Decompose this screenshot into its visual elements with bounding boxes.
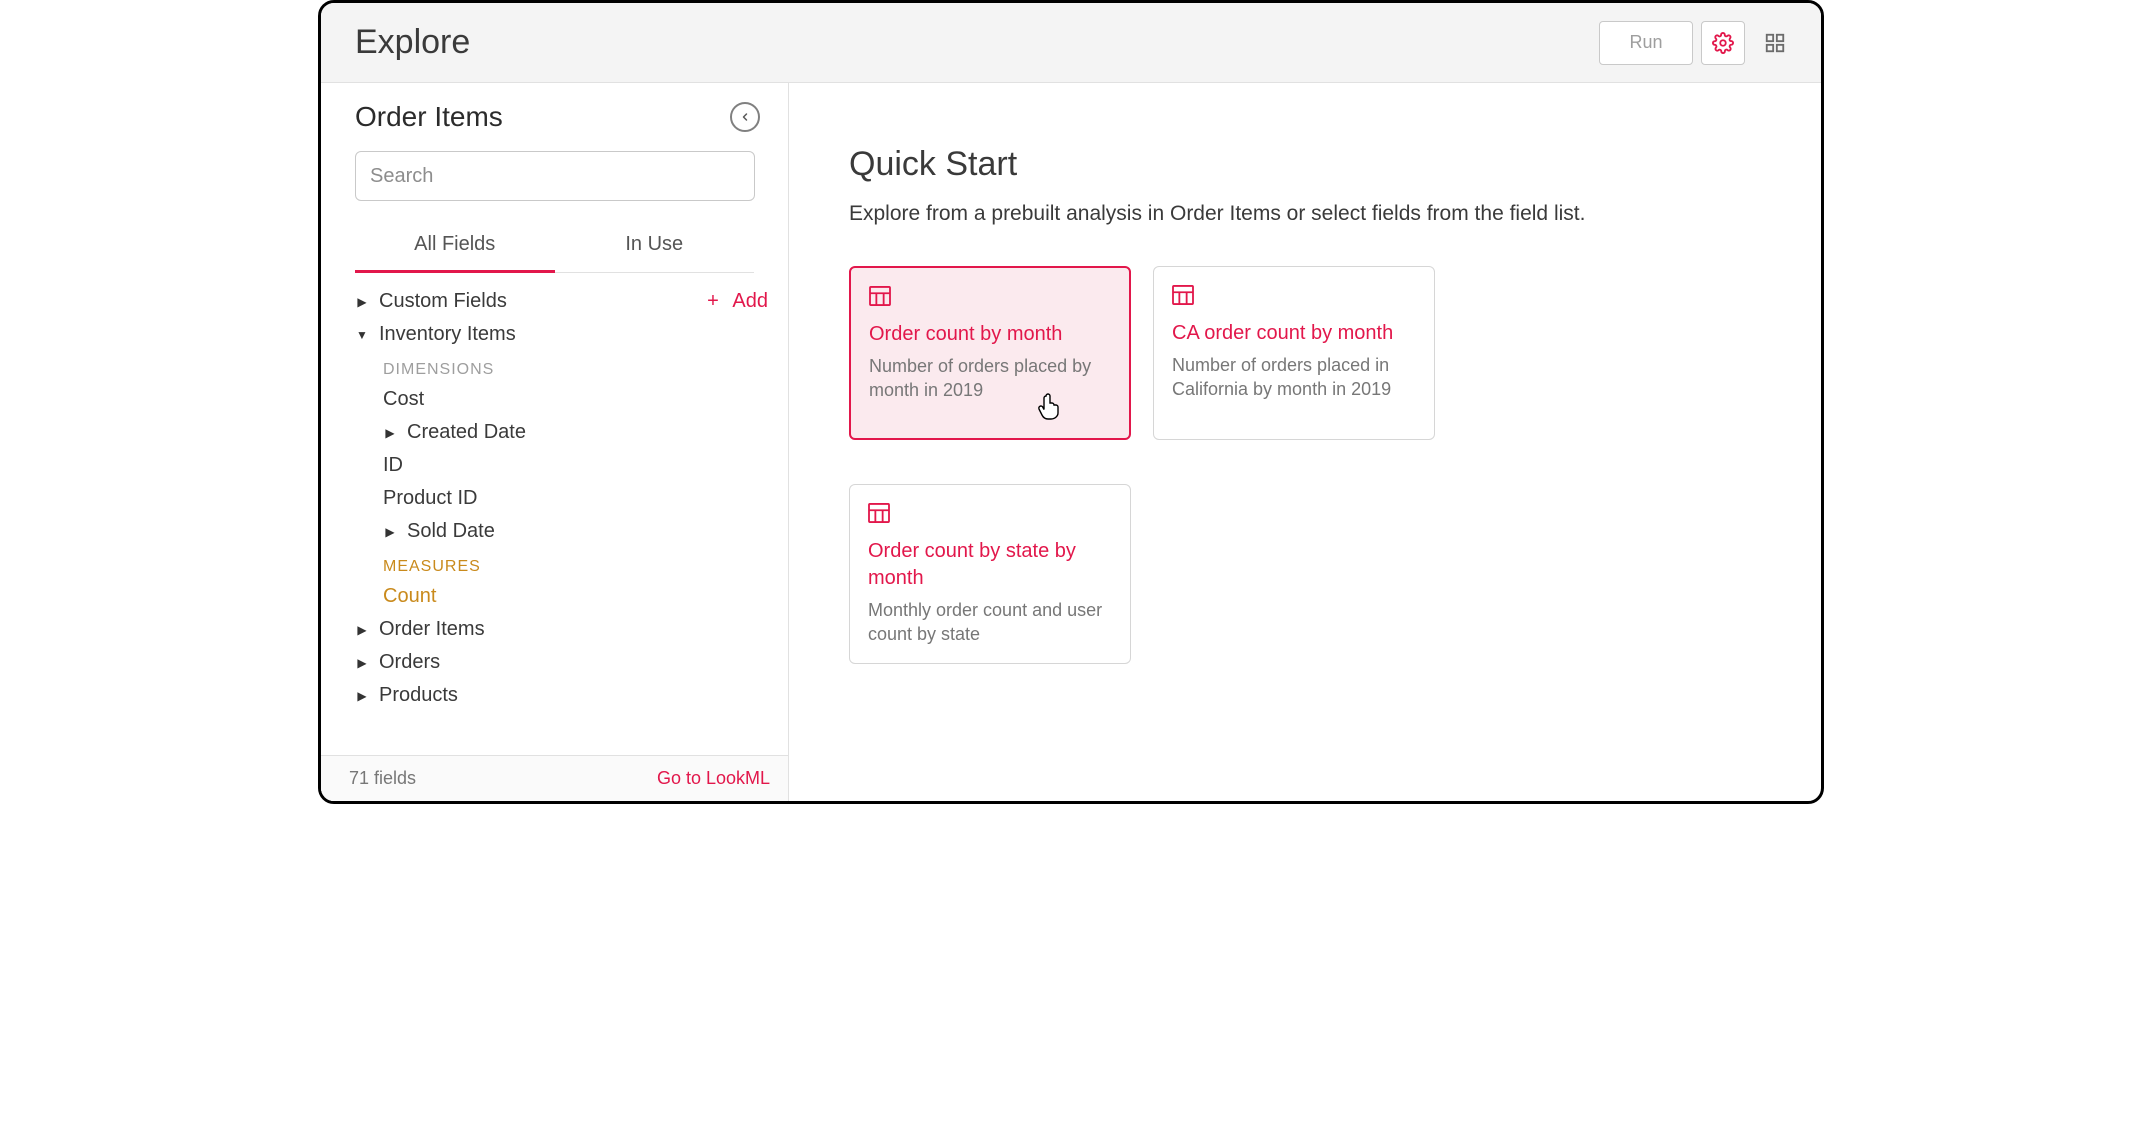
go-to-lookml-link[interactable]: Go to LookML [657,768,770,789]
field-sold-date[interactable]: ▶ Sold Date [355,515,768,548]
page-title: Explore [355,23,470,62]
quick-start-card[interactable]: CA order count by month Number of orders… [1153,266,1435,440]
plus-icon: + [707,290,719,313]
caret-right-icon: ▶ [355,656,369,670]
grid-icon [1764,32,1786,54]
explore-name: Order Items [355,101,503,133]
field-label: Sold Date [407,520,495,543]
field-label: Created Date [407,421,526,444]
header-bar: Explore Run [321,3,1821,83]
search-input[interactable] [355,151,755,201]
table-icon [868,503,1112,528]
group-label: Order Items [379,618,485,641]
caret-right-icon: ▶ [355,295,369,309]
table-icon [869,286,1111,311]
card-desc: Number of orders placed by month in 2019 [869,354,1111,403]
caret-right-icon: ▶ [355,689,369,703]
table-icon [1172,285,1416,310]
field-cost[interactable]: Cost [355,383,768,416]
add-custom-field-button[interactable]: + Add [707,290,768,313]
field-tabs: All Fields In Use [355,223,754,273]
tab-in-use[interactable]: In Use [555,223,755,272]
group-label: Orders [379,651,440,674]
quick-start-card[interactable]: Order count by month Number of orders pl… [849,266,1131,440]
group-label: Custom Fields [379,290,507,313]
measures-label: MEASURES [355,548,768,580]
app-window: Explore Run Order Items [318,0,1824,804]
quick-start-subtitle: Explore from a prebuilt analysis in Orde… [849,202,1761,226]
quick-start-title: Quick Start [849,145,1761,184]
chevron-left-icon [739,111,751,123]
quick-start-card[interactable]: Order count by state by month Monthly or… [849,484,1131,664]
header-controls: Run [1599,21,1797,65]
caret-right-icon: ▶ [355,623,369,637]
group-order-items[interactable]: ▶ Order Items [355,613,768,646]
settings-button[interactable] [1701,21,1745,65]
caret-right-icon: ▶ [383,525,397,539]
caret-right-icon: ▶ [383,426,397,440]
body: Order Items All Fields In Use ▶ Custom Fi… [321,83,1821,801]
field-picker-sidebar: Order Items All Fields In Use ▶ Custom Fi… [321,83,789,801]
sidebar-footer: 71 fields Go to LookML [321,755,788,801]
dimensions-label: DIMENSIONS [355,351,768,383]
group-orders[interactable]: ▶ Orders [355,646,768,679]
fields-list: ▶ Custom Fields + Add ▼ Inventory Items DI… [321,273,788,755]
group-products[interactable]: ▶ Products [355,679,768,712]
field-product-id[interactable]: Product ID [355,482,768,515]
main-content: Quick Start Explore from a prebuilt anal… [789,83,1821,801]
caret-down-icon: ▼ [355,328,369,342]
field-count[interactable]: Count [355,580,768,613]
add-label: Add [732,290,768,313]
collapse-sidebar-button[interactable] [730,102,760,132]
card-desc: Number of orders placed in California by… [1172,353,1416,402]
run-button[interactable]: Run [1599,21,1693,65]
group-inventory-items[interactable]: ▼ Inventory Items [355,318,768,351]
gear-icon [1712,32,1734,54]
sidebar-header: Order Items [321,83,788,201]
dashboard-grid-button[interactable] [1753,21,1797,65]
field-created-date[interactable]: ▶ Created Date [355,416,768,449]
card-title: Order count by month [869,321,1111,348]
group-custom-fields[interactable]: ▶ Custom Fields + Add [355,285,768,318]
tab-all-fields[interactable]: All Fields [355,223,555,272]
quick-start-cards: Order count by month Number of orders pl… [849,266,1761,664]
group-label: Products [379,684,458,707]
card-desc: Monthly order count and user count by st… [868,598,1112,647]
fields-count: 71 fields [349,768,416,789]
field-id[interactable]: ID [355,449,768,482]
card-title: Order count by state by month [868,538,1112,592]
group-label: Inventory Items [379,323,516,346]
card-title: CA order count by month [1172,320,1416,347]
